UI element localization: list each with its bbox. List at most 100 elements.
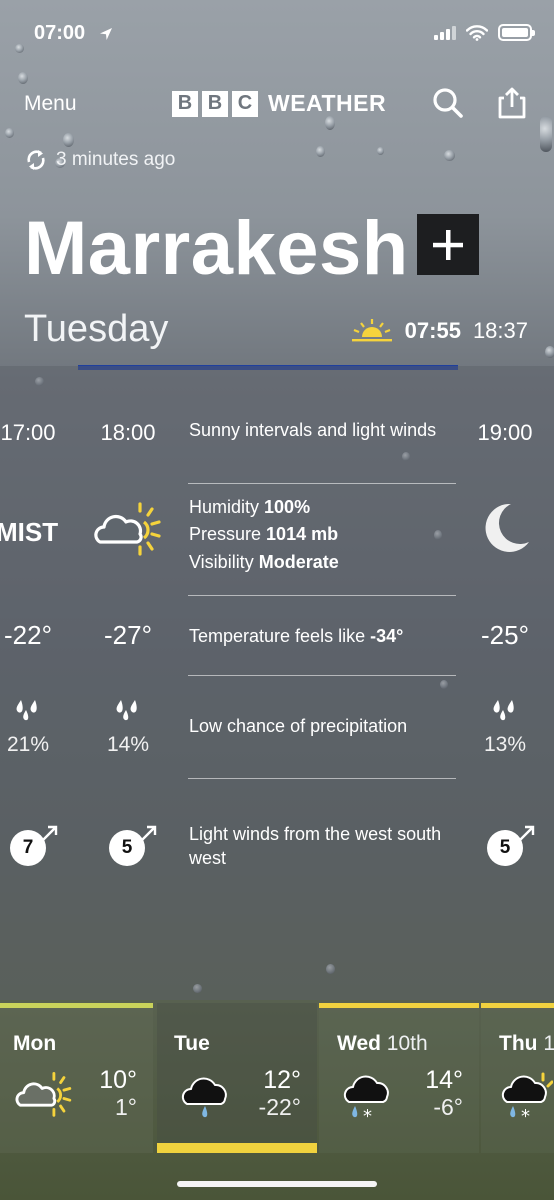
cloud-sun-icon	[15, 1071, 72, 1117]
precip-chance: 13%	[483, 733, 527, 756]
humidity-row: Humidity 100%	[189, 495, 459, 519]
location-title: Marrakesh	[24, 206, 409, 291]
day-card-mon[interactable]: Mon 10° 1°	[0, 1003, 153, 1153]
sun-times: 07:55 18:37	[351, 318, 528, 344]
wind-direction-icon	[519, 825, 535, 841]
precip-chance: 21%	[6, 733, 50, 756]
humidity-value: 100%	[264, 497, 311, 517]
moon-icon	[485, 503, 529, 552]
logo-letter: B	[202, 90, 228, 117]
bbc-weather-logo: B B C WEATHER	[172, 90, 386, 117]
day-low: -22°	[258, 1094, 301, 1120]
rain-cloud-icon	[181, 1077, 227, 1118]
mist-label: MIST	[0, 517, 59, 547]
divider	[188, 675, 456, 676]
day-date: 10th	[386, 1032, 428, 1055]
wind-direction-icon	[141, 825, 157, 841]
raindrop	[444, 150, 455, 161]
share-icon[interactable]	[496, 86, 528, 120]
search-icon[interactable]	[432, 86, 464, 120]
hour-temp: -27°	[104, 620, 152, 650]
sleet-cloud-icon: *	[343, 1075, 389, 1126]
battery-icon	[498, 24, 535, 41]
last-updated[interactable]: 3 minutes ago	[24, 148, 175, 172]
sleet-cloud-icon: *	[501, 1072, 553, 1126]
hour-time: 19:00	[477, 420, 533, 445]
daily-forecast-strip[interactable]: Mon 10° 1° Tue 12° -22° Wed 10th * 14° -…	[0, 1003, 554, 1153]
day-low: -6°	[433, 1094, 463, 1120]
pressure-value: 1014 mb	[266, 524, 339, 544]
day-date: 1	[543, 1032, 554, 1055]
selected-day-indicator	[157, 1143, 317, 1153]
cloud-sun-icon	[94, 502, 161, 556]
sunrise-time: 07:55	[404, 318, 461, 343]
sunset-time: 18:37	[472, 318, 528, 343]
day-low: 1°	[115, 1094, 137, 1120]
hour-temp: -25°	[481, 620, 529, 650]
raindrop	[15, 44, 24, 53]
menu-button[interactable]: Menu	[24, 92, 77, 116]
raindrop	[18, 72, 28, 84]
add-location-button[interactable]	[417, 214, 479, 275]
logo-letter: B	[172, 90, 198, 117]
status-time: 07:00	[34, 22, 86, 44]
humidity-label: Humidity	[189, 497, 260, 517]
hour-time: 17:00	[0, 420, 56, 445]
hourly-panel[interactable]	[0, 366, 554, 1000]
day-card-tue[interactable]: Tue 12° -22°	[157, 1003, 317, 1153]
day-name: Thu	[499, 1032, 538, 1055]
status-icons	[434, 24, 535, 41]
day-card-wed[interactable]: Wed 10th * 14° -6°	[319, 1003, 479, 1153]
visibility-row: Visibility Moderate	[189, 550, 459, 574]
wifi-icon	[466, 24, 488, 41]
day-high: 14°	[425, 1066, 463, 1094]
hour-temp: -22°	[4, 620, 52, 650]
feels-like-row: Temperature feels like -34°	[189, 624, 459, 648]
location-arrow-icon	[100, 28, 112, 40]
day-name: Tue	[174, 1032, 210, 1055]
precip-icon	[0, 698, 78, 722]
divider	[188, 778, 456, 779]
divider	[188, 595, 456, 596]
wind-direction-icon	[42, 825, 58, 841]
selected-day-label: Tuesday	[24, 308, 169, 350]
sunrise-icon	[351, 319, 392, 342]
logo-word: WEATHER	[268, 90, 387, 116]
pressure-row: Pressure 1014 mb	[189, 522, 459, 546]
updated-text: 3 minutes ago	[56, 149, 176, 170]
raindrop	[377, 147, 384, 155]
raindrop	[325, 116, 335, 130]
day-high: 12°	[263, 1066, 301, 1094]
precip-icon	[78, 698, 178, 722]
feels-like-label: Temperature feels like	[189, 626, 366, 646]
day-high: 10°	[99, 1066, 137, 1094]
raindrop	[63, 133, 74, 147]
precipitation-text: Low chance of precipitation	[189, 716, 408, 736]
home-indicator[interactable]	[177, 1181, 377, 1187]
hour-time: 18:00	[100, 420, 156, 445]
day-name: Wed	[337, 1032, 381, 1055]
refresh-icon	[27, 150, 45, 170]
day-name-row: Thu 1	[499, 1032, 554, 1056]
day-card-thu[interactable]: Thu 1 *	[481, 1003, 554, 1153]
precip-chance: 14%	[106, 733, 150, 756]
precip-icon	[455, 698, 554, 722]
raindrop	[545, 346, 554, 358]
svg-text:*: *	[521, 1106, 530, 1126]
pressure-label: Pressure	[189, 524, 262, 544]
raindrop	[316, 146, 325, 157]
day-name-row: Wed 10th	[337, 1032, 428, 1056]
visibility-label: Visibility	[189, 552, 254, 572]
day-name: Mon	[13, 1032, 57, 1055]
svg-text:*: *	[363, 1106, 372, 1126]
signal-icon	[434, 25, 456, 40]
raindrop	[540, 116, 552, 152]
visibility-value: Moderate	[258, 552, 339, 572]
divider	[188, 483, 456, 484]
wind-text: Light winds from the west south west	[189, 824, 442, 868]
feels-like-value: -34°	[370, 626, 404, 646]
summary-text: Sunny intervals and light winds	[189, 420, 437, 440]
raindrop	[5, 128, 14, 138]
plus-icon	[433, 229, 463, 260]
logo-letter: C	[232, 90, 258, 117]
